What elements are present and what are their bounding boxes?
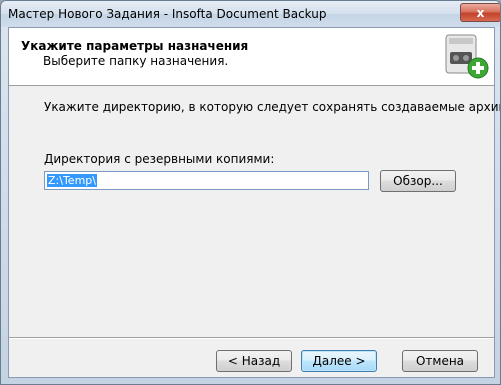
close-icon: x [476,5,485,20]
cancel-button[interactable]: Отмена [402,350,478,372]
footer-divider [9,337,494,339]
wizard-window: Мастер Нового Задания - Insofta Document… [0,0,501,385]
page-title: Укажите параметры назначения [21,39,249,53]
directory-field[interactable]: Z:\Temp\ [44,171,369,190]
intro-text: Укажите директорию, в которую следует со… [44,100,501,114]
directory-label: Директория с резервными копиями: [44,152,275,166]
window-title: Мастер Нового Задания - Insofta Document… [8,7,327,21]
backup-drive-add-icon [445,34,489,79]
title-bar[interactable]: Мастер Нового Задания - Insofta Document… [1,1,500,27]
next-button[interactable]: Далее > [301,350,377,372]
browse-button[interactable]: Обзор... [380,170,456,192]
directory-field-value: Z:\Temp\ [47,174,97,187]
wizard-header: Укажите параметры назначения Выберите па… [9,28,494,86]
back-button[interactable]: < Назад [216,350,292,372]
page-subtitle: Выберите папку назначения. [43,54,229,68]
close-button[interactable]: x [460,3,500,22]
wizard-client-area: Укажите параметры назначения Выберите па… [8,27,500,378]
